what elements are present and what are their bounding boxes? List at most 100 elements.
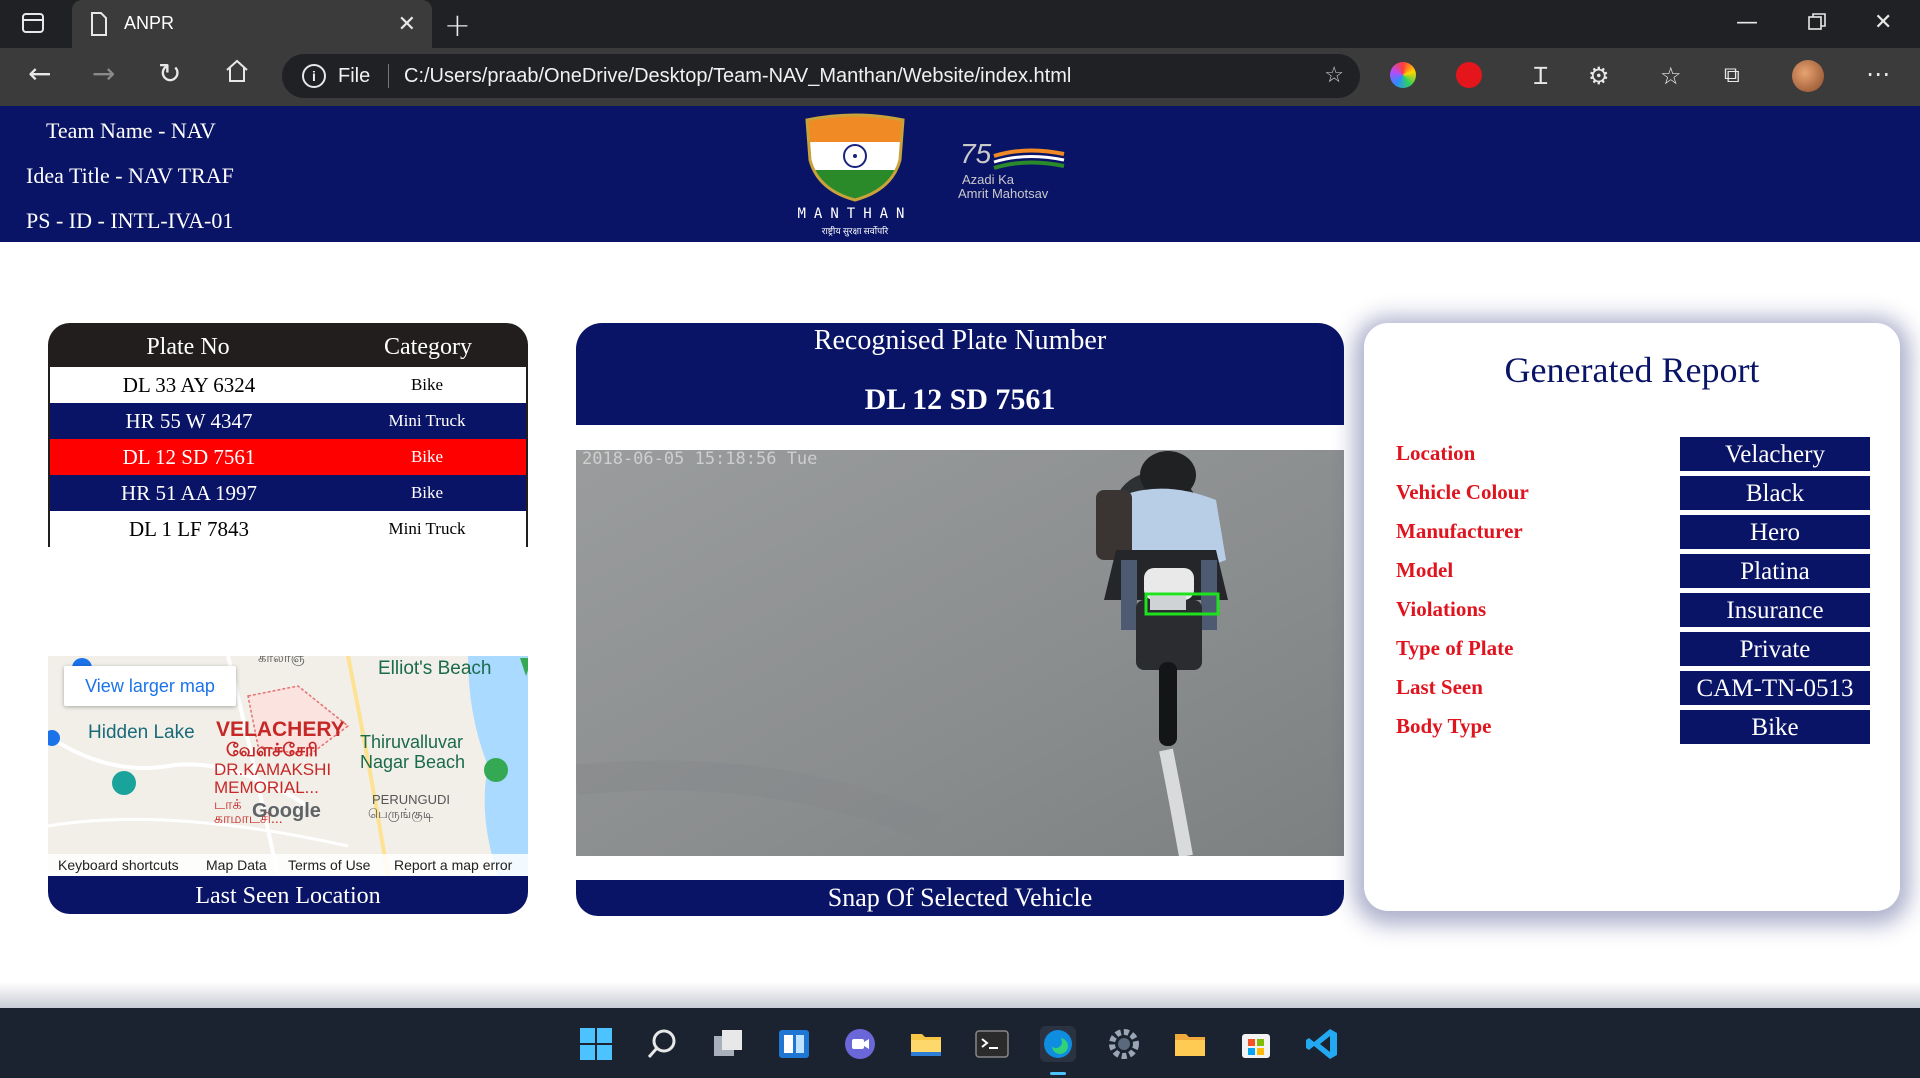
report-value-body-type: Bike: [1680, 710, 1870, 744]
report-label-model: Model: [1396, 558, 1454, 582]
recognised-plate-number: DL 12 SD 7561: [864, 383, 1056, 416]
shield-icon: [805, 113, 905, 202]
report-value-vehicle-colour: Black: [1680, 476, 1870, 510]
folder-icon[interactable]: [1172, 1026, 1208, 1062]
widgets-icon[interactable]: [776, 1026, 812, 1062]
url-text[interactable]: C:/Users/praab/OneDrive/Desktop/Team-NAV…: [404, 65, 1071, 88]
windows-start-icon[interactable]: [578, 1026, 614, 1062]
browser-tab[interactable]: ANPR ✕: [72, 0, 432, 48]
table-row[interactable]: DL 1 LF 7843 Mini Truck: [48, 511, 528, 547]
map-label-nagar-beach: Nagar Beach: [360, 752, 466, 772]
manthan-logo: MANTHAN राष्ट्रीय सुरक्षा सर्वोपरि: [797, 112, 910, 236]
close-tab-icon[interactable]: ✕: [398, 11, 416, 37]
google-logo: Google: [252, 800, 321, 822]
home-button[interactable]: [224, 58, 250, 89]
map-label-perungudi-tamil: பெருங்குடி: [368, 806, 434, 821]
tab-actions-icon[interactable]: [22, 13, 44, 33]
category-cell: Mini Truck: [388, 519, 466, 538]
address-bar[interactable]: i File C:/Users/praab/OneDrive/Desktop/T…: [282, 54, 1360, 98]
plate-cell: DL 33 AY 6324: [122, 372, 256, 397]
protocol-label: File: [338, 65, 371, 87]
plate-cell: DL 12 SD 7561: [122, 444, 256, 469]
category-cell: Bike: [410, 483, 444, 502]
map-caption: Last Seen Location: [48, 876, 528, 914]
report-label-manufacturer: Manufacturer: [1396, 519, 1523, 543]
category-cell: Bike: [410, 375, 444, 394]
text-cursor-icon[interactable]: Ɪ: [1534, 62, 1547, 90]
file-explorer-icon[interactable]: [908, 1026, 944, 1062]
map-label-perungudi: PERUNGUDI: [372, 792, 451, 807]
minimize-button[interactable]: —: [1736, 10, 1758, 35]
map-label-elliots: Elliot's Beach: [378, 658, 492, 679]
collections-icon[interactable]: ⧉: [1724, 62, 1740, 90]
back-button[interactable]: ←: [28, 60, 51, 88]
report-label-last-seen: Last Seen: [1396, 675, 1483, 699]
restore-button[interactable]: [1808, 12, 1826, 37]
view-larger-map-link[interactable]: View larger map: [64, 666, 236, 706]
table-header: Plate No Category: [48, 323, 528, 367]
map-label-top: காலாஞ: [258, 656, 305, 665]
reload-button[interactable]: ↻: [158, 60, 181, 88]
add-favorite-icon[interactable]: ☆: [1324, 62, 1344, 88]
azadi-75: 75: [960, 138, 992, 169]
report-value-type-of-plate: Private: [1680, 632, 1870, 666]
new-tab-button[interactable]: +: [444, 6, 471, 44]
profile-avatar[interactable]: [1792, 60, 1824, 92]
table-row[interactable]: DL 33 AY 6324 Bike: [48, 367, 528, 403]
snapshot-timestamp: 2018-06-05 15:18:56 Tue: [582, 450, 817, 469]
flag-swoosh-icon: [993, 148, 1065, 170]
favorites-icon[interactable]: ☆: [1660, 62, 1682, 90]
extensions-icon[interactable]: ⚙: [1588, 62, 1610, 90]
color-extension-icon[interactable]: [1390, 62, 1416, 88]
keyboard-shortcuts-link[interactable]: Keyboard shortcuts: [58, 857, 179, 873]
azadi-line1: Azadi Ka: [962, 172, 1015, 187]
search-icon[interactable]: [644, 1026, 680, 1062]
map-label-hidden-lake: Hidden Lake: [88, 722, 195, 743]
category-cell: Mini Truck: [388, 411, 466, 430]
table-row-selected[interactable]: DL 12 SD 7561 Bike: [48, 439, 528, 475]
report-value-manufacturer: Hero: [1680, 515, 1870, 549]
active-app-indicator: [1050, 1072, 1066, 1075]
close-window-button[interactable]: ✕: [1874, 10, 1892, 35]
report-title: Generated Report: [1504, 350, 1760, 390]
generated-report-card: Generated Report Location Velachery Vehi…: [1364, 323, 1900, 911]
terms-of-use-link[interactable]: Terms of Use: [288, 857, 370, 873]
task-view-icon[interactable]: [710, 1026, 746, 1062]
terminal-icon[interactable]: [974, 1026, 1010, 1062]
column-header-category: Category: [384, 333, 472, 360]
table-row[interactable]: HR 51 AA 1997 Bike: [48, 475, 528, 511]
vscode-icon[interactable]: [1304, 1026, 1340, 1062]
report-value-model: Platina: [1680, 554, 1870, 588]
report-label-type-of-plate: Type of Plate: [1396, 636, 1514, 660]
recognised-plate-panel: Recognised Plate Number DL 12 SD 7561: [576, 323, 1344, 425]
vehicle-snapshot: 2018-06-05 15:18:56 Tue: [576, 450, 1344, 856]
store-icon[interactable]: [1238, 1026, 1274, 1062]
plate-table: Plate No Category DL 33 AY 6324 Bike HR …: [48, 323, 528, 547]
report-value-last-seen: CAM-TN-0513: [1680, 671, 1870, 705]
more-menu-icon[interactable]: ⋯: [1866, 60, 1890, 88]
report-map-error-link[interactable]: Report a map error: [394, 857, 512, 873]
column-header-plate: Plate No: [146, 333, 230, 360]
last-seen-map[interactable]: View larger map காலாஞ Elliot's Beach Hid…: [48, 656, 528, 914]
report-label-body-type: Body Type: [1396, 714, 1492, 738]
azadi-logo: 75 Azadi Ka Amrit Mahotsav: [958, 138, 1088, 206]
map-data-link[interactable]: Map Data: [206, 857, 267, 873]
page-icon: [91, 12, 107, 36]
adblock-extension-icon[interactable]: [1456, 62, 1482, 88]
snapshot-image: 2018-06-05 15:18:56 Tue: [576, 450, 1344, 856]
forward-button[interactable]: →: [92, 60, 115, 88]
logo-text: MANTHAN: [797, 206, 913, 222]
table-row[interactable]: HR 55 W 4347 Mini Truck: [48, 403, 528, 439]
info-icon[interactable]: i: [302, 64, 326, 88]
report-label-vehicle-colour: Vehicle Colour: [1396, 480, 1529, 504]
plate-cell: HR 55 W 4347: [125, 408, 253, 433]
settings-icon[interactable]: [1106, 1026, 1142, 1062]
team-name: Team Name - NAV: [46, 118, 216, 143]
windows-taskbar: [0, 1008, 1920, 1078]
chat-icon[interactable]: [842, 1026, 878, 1062]
address-separator: [388, 64, 389, 88]
report-value-violations: Insurance: [1680, 593, 1870, 627]
map-label-velachery: VELACHERY: [216, 718, 345, 741]
recognised-plate-title: Recognised Plate Number: [813, 325, 1107, 356]
edge-icon[interactable]: [1040, 1026, 1076, 1062]
